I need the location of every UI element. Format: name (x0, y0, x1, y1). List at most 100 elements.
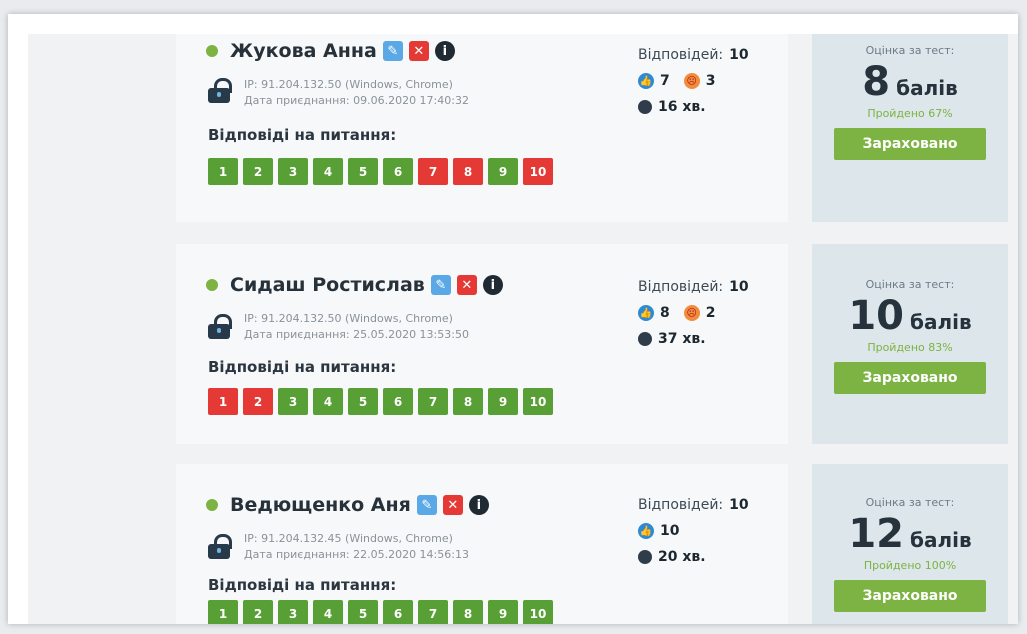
student-card: Сидаш Ростислав ✎ ✕ i IP: 91.204.132.50 … (176, 244, 1008, 444)
likes-line: 👍 7 ☹ 3 (638, 68, 749, 94)
score-unit: балів (910, 528, 972, 552)
edit-icon[interactable]: ✎ (416, 495, 437, 515)
question-button[interactable]: 9 (488, 600, 518, 624)
question-button[interactable]: 3 (278, 600, 308, 624)
likes-count: 7 (660, 73, 670, 89)
score-value: 8 (862, 59, 891, 105)
likes-line: 👍 10 (638, 518, 749, 544)
student-name-row: Ведющенко Аня ✎ ✕ i (206, 494, 489, 516)
score-value: 12 (848, 511, 905, 557)
student-name[interactable]: Ведющенко Аня (230, 494, 411, 516)
clock-icon (638, 550, 652, 564)
question-button[interactable]: 8 (453, 158, 483, 185)
question-button[interactable]: 10 (523, 388, 553, 415)
answer-stats: Відповідей: 10 👍 8 ☹ 2 37 хв. (638, 274, 749, 352)
info-icon[interactable]: i (482, 275, 503, 295)
session-meta: IP: 91.204.132.50 (Windows, Chrome) Дата… (244, 311, 469, 343)
thumbs-up-icon: 👍 (638, 73, 654, 89)
question-button[interactable]: 2 (243, 600, 273, 624)
question-button[interactable]: 10 (523, 600, 553, 624)
question-button[interactable]: 6 (383, 388, 413, 415)
passed-percent: Пройдено 67% (867, 107, 953, 120)
credited-button[interactable]: Зараховано (834, 362, 986, 394)
question-button[interactable]: 2 (243, 158, 273, 185)
passed-percent: Пройдено 83% (867, 341, 953, 354)
answers-count-line: Відповідей: 10 (638, 42, 749, 68)
answers-label-prefix: Відповідей: (638, 47, 724, 63)
question-button[interactable]: 8 (453, 600, 483, 624)
student-card: Жукова Анна ✎ ✕ i IP: 91.204.132.50 (Win… (176, 34, 1008, 222)
question-button[interactable]: 2 (243, 388, 273, 415)
question-button[interactable]: 6 (383, 158, 413, 185)
question-button[interactable]: 3 (278, 158, 308, 185)
joined-date: Дата приєднання: 22.05.2020 14:56:13 (244, 548, 469, 561)
student-name[interactable]: Сидаш Ростислав (230, 274, 425, 296)
session-meta: IP: 91.204.132.50 (Windows, Chrome) Дата… (244, 77, 469, 109)
question-button[interactable]: 9 (488, 388, 518, 415)
question-button[interactable]: 1 (208, 600, 238, 624)
dislikes-count: 3 (705, 73, 716, 89)
question-button[interactable]: 4 (313, 388, 343, 415)
question-button[interactable]: 3 (278, 388, 308, 415)
answers-total: 10 (729, 497, 749, 513)
question-button[interactable]: 6 (383, 600, 413, 624)
answers-total: 10 (729, 47, 749, 63)
student-info-panel: Сидаш Ростислав ✎ ✕ i IP: 91.204.132.50 … (176, 244, 788, 444)
ip-info: IP: 91.204.132.45 (Windows, Chrome) (244, 532, 453, 545)
answer-stats: Відповідей: 10 👍 7 ☹ 3 16 хв. (638, 42, 749, 120)
student-info-panel: Ведющенко Аня ✎ ✕ i IP: 91.204.132.45 (W… (176, 464, 788, 624)
question-button[interactable]: 4 (313, 600, 343, 624)
time-line: 20 хв. (638, 544, 749, 570)
score-value: 10 (848, 293, 905, 339)
info-icon[interactable]: i (468, 495, 489, 515)
time-spent: 37 хв. (658, 331, 706, 347)
credited-button[interactable]: Зараховано (834, 128, 986, 160)
credited-button[interactable]: Зараховано (834, 580, 986, 612)
answers-label-prefix: Відповідей: (638, 279, 724, 295)
answer-stats: Відповідей: 10 👍 10 20 хв. (638, 492, 749, 570)
answers-total: 10 (729, 279, 749, 295)
delete-icon[interactable]: ✕ (442, 495, 463, 515)
score-label: Оцінка за тест: (865, 496, 955, 509)
question-button[interactable]: 7 (418, 158, 448, 185)
question-button[interactable]: 8 (453, 388, 483, 415)
question-button[interactable]: 1 (208, 158, 238, 185)
question-button[interactable]: 5 (348, 600, 378, 624)
edit-icon[interactable]: ✎ (430, 275, 451, 295)
joined-date: Дата приєднання: 09.06.2020 17:40:32 (244, 94, 469, 107)
status-dot-icon (206, 499, 218, 511)
joined-date: Дата приєднання: 25.05.2020 13:53:50 (244, 328, 469, 341)
student-name-row: Жукова Анна ✎ ✕ i (206, 40, 455, 62)
answers-count-line: Відповідей: 10 (638, 274, 749, 300)
question-button[interactable]: 5 (348, 158, 378, 185)
student-name-row: Сидаш Ростислав ✎ ✕ i (206, 274, 503, 296)
score-panel: Оцінка за тест: 10 балів Пройдено 83% За… (812, 244, 1008, 444)
question-button[interactable]: 9 (488, 158, 518, 185)
results-screen: Жукова Анна ✎ ✕ i IP: 91.204.132.50 (Win… (28, 34, 1018, 624)
time-line: 37 хв. (638, 326, 749, 352)
score-row: 8 балів (812, 59, 1008, 105)
ip-info: IP: 91.204.132.50 (Windows, Chrome) (244, 312, 453, 325)
delete-icon[interactable]: ✕ (456, 275, 477, 295)
score-row: 12 балів (812, 511, 1008, 557)
edit-icon[interactable]: ✎ (382, 41, 403, 61)
unlock-icon (208, 78, 232, 103)
question-button[interactable]: 7 (418, 388, 448, 415)
info-icon[interactable]: i (434, 41, 455, 61)
likes-count: 8 (660, 305, 670, 321)
delete-icon[interactable]: ✕ (408, 41, 429, 61)
status-dot-icon (206, 279, 218, 291)
clock-icon (638, 332, 652, 346)
score-panel: Оцінка за тест: 12 балів Пройдено 100% З… (812, 464, 1008, 624)
question-button[interactable]: 5 (348, 388, 378, 415)
answers-label: Відповіді на питання: (208, 358, 397, 376)
question-button[interactable]: 4 (313, 158, 343, 185)
question-buttons: 1 2 3 4 5 6 7 8 9 10 (208, 388, 553, 415)
likes-line: 👍 8 ☹ 2 (638, 300, 749, 326)
likes-count: 10 (660, 523, 680, 539)
question-button[interactable]: 7 (418, 600, 448, 624)
question-button[interactable]: 1 (208, 388, 238, 415)
score-unit: балів (896, 76, 958, 100)
question-button[interactable]: 10 (523, 158, 553, 185)
student-name[interactable]: Жукова Анна (230, 40, 377, 62)
